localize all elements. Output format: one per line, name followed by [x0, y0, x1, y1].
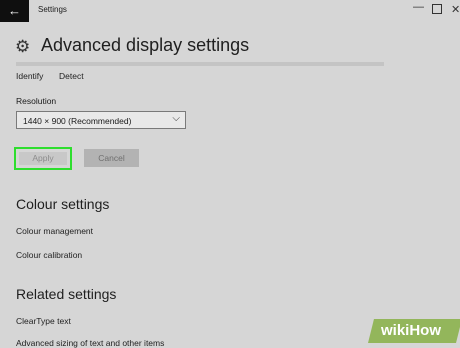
related-settings-heading: Related settings	[16, 286, 117, 302]
colour-management-link[interactable]: Colour management	[16, 226, 93, 236]
cleartype-text-link[interactable]: ClearType text	[16, 316, 71, 326]
close-icon[interactable]: ✕	[451, 3, 460, 16]
title-bar: ← Settings — ✕	[0, 0, 460, 22]
detect-link[interactable]: Detect	[59, 71, 84, 81]
minimize-icon[interactable]: —	[413, 1, 424, 13]
cancel-button[interactable]: Cancel	[84, 149, 139, 167]
resolution-value: 1440 × 900 (Recommended)	[23, 116, 132, 126]
window-title: Settings	[38, 5, 67, 14]
gear-icon: ⚙	[15, 37, 31, 56]
back-arrow-icon: ←	[8, 3, 21, 18]
page-title: Advanced display settings	[41, 35, 250, 55]
wikihow-watermark: wikiHow	[368, 319, 460, 343]
resolution-label: Resolution	[16, 96, 57, 106]
chevron-down-icon: ⌵	[172, 113, 180, 124]
identify-link[interactable]: Identify	[16, 71, 43, 81]
watermark-text: wikiHow	[381, 322, 442, 339]
display-arrangement-strip	[16, 62, 384, 66]
apply-highlight: Apply	[14, 147, 72, 170]
maximize-icon[interactable]	[432, 4, 442, 14]
resolution-dropdown[interactable]: 1440 × 900 (Recommended) ⌵	[16, 111, 186, 129]
colour-calibration-link[interactable]: Colour calibration	[16, 250, 82, 260]
advanced-sizing-link[interactable]: Advanced sizing of text and other items	[16, 338, 164, 348]
colour-settings-heading: Colour settings	[16, 196, 110, 212]
apply-button[interactable]: Apply	[19, 152, 67, 165]
back-button[interactable]: ←	[0, 0, 29, 22]
